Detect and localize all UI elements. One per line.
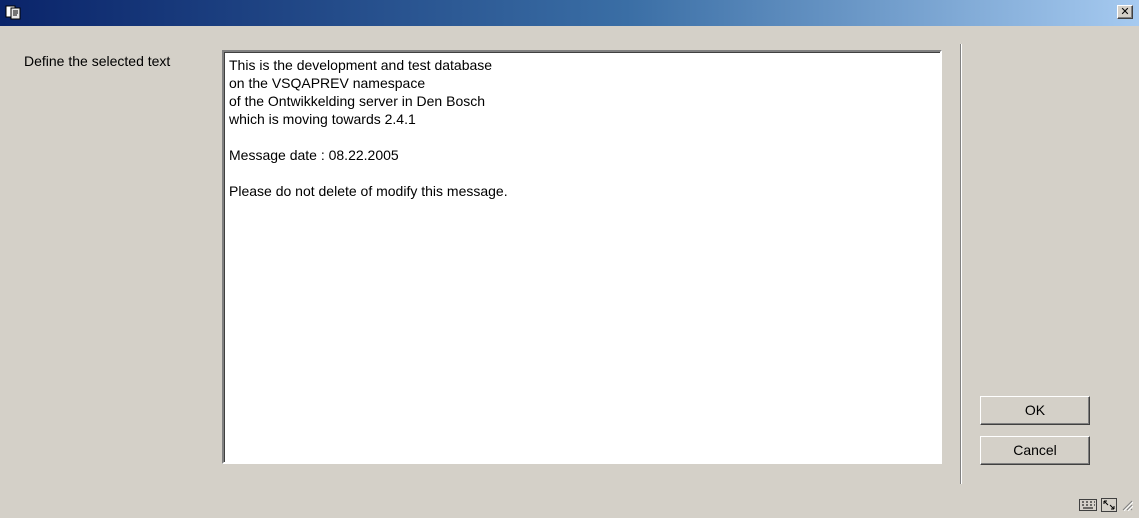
text-line: Please do not delete of modify this mess… [229,183,508,199]
title-bar[interactable]: ✕ [0,0,1139,26]
message-textarea[interactable]: This is the development and test databas… [222,50,942,464]
text-line: This is the development and test databas… [229,57,493,73]
vertical-divider [960,44,962,484]
text-line: which is moving towards 2.4.1 [229,111,416,127]
ok-button[interactable]: OK [980,396,1090,425]
app-icon [5,4,21,20]
cancel-button[interactable]: Cancel [980,436,1090,465]
text-line: on the VSQAPREV namespace [229,75,426,91]
text-line: Message date : 08.22.2005 [229,147,399,163]
close-button[interactable]: ✕ [1117,5,1133,19]
field-label: Define the selected text [24,53,171,69]
resize-grip-icon[interactable] [1121,499,1134,514]
resize-window-icon[interactable] [1101,497,1117,515]
text-line: of the Ontwikkelding server in Den Bosch [229,93,486,109]
text-line [229,164,935,182]
status-bar-icons [1079,497,1134,515]
text-line [229,128,935,146]
keyboard-icon[interactable] [1079,498,1097,514]
close-icon: ✕ [1120,5,1130,18]
